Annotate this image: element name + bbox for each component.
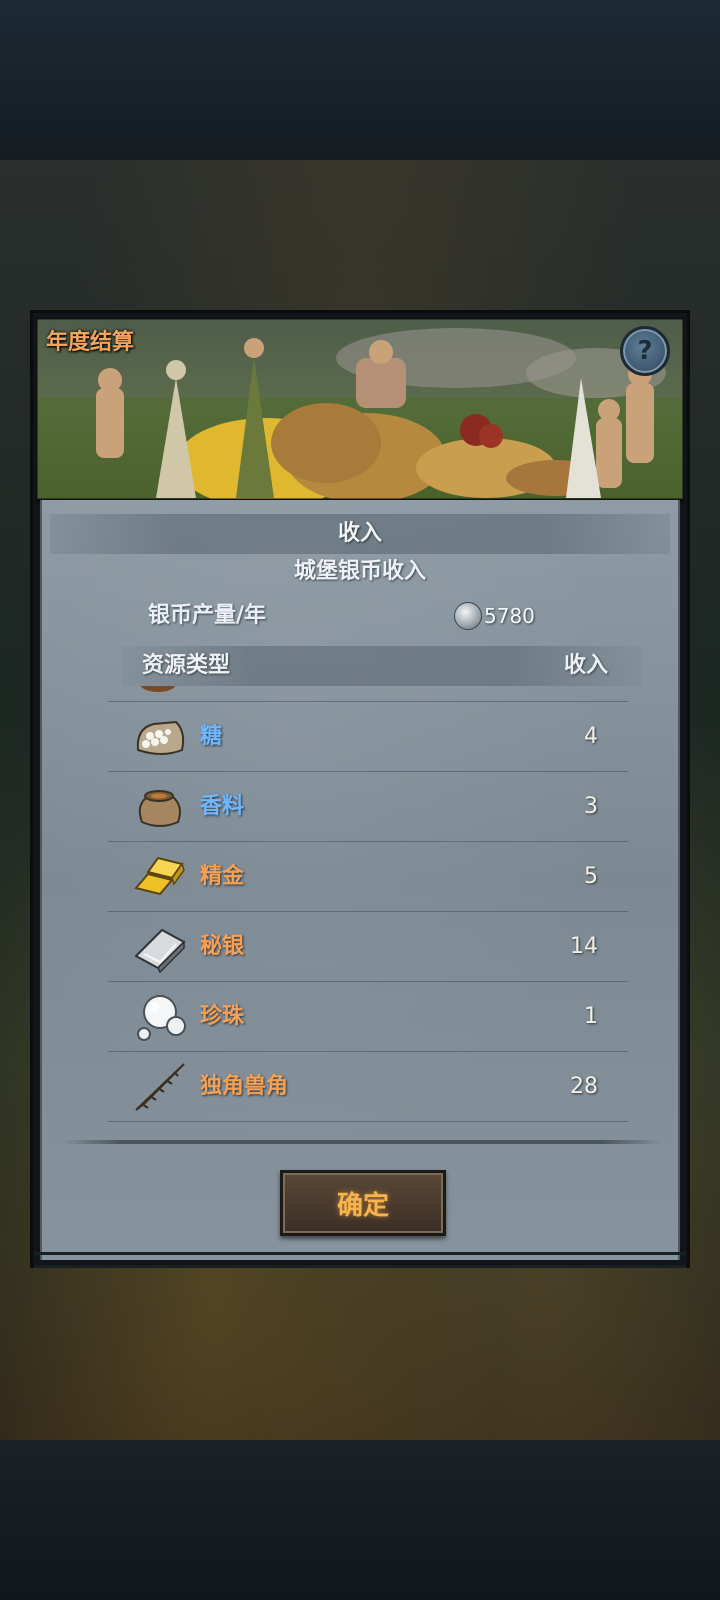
resource-name: 糖 [200,724,223,749]
list-item: 独角兽角 28 [108,1052,628,1122]
pearl-icon [137,995,186,1041]
resource-name: 香料 [200,794,245,819]
col-income: 收入 [563,653,608,678]
resource-income: 1 [584,1004,598,1029]
list-item: 精金 5 [108,842,628,912]
resource-name: 独角兽角 [200,1074,289,1099]
confirm-button[interactable]: 确定 [280,1170,446,1236]
castle-silver-income-subtitle: 城堡银币收入 [293,559,426,584]
content-divider [62,1140,662,1144]
help-button[interactable]: ? [620,326,670,376]
sugar-sack-icon [136,720,185,755]
gold-ingot-icon [134,856,185,896]
silver-production-label: 银币产量/年 [148,603,267,628]
resource-name: 珍珠 [200,1004,245,1029]
silver-production-value: 5780 [454,596,535,636]
resource-income: 28 [570,1074,598,1099]
list-item: 秘银 14 [108,912,628,982]
top-dark-band [0,0,720,160]
resource-name: 精金 [200,864,245,889]
unicorn-horn-icon [135,1063,185,1111]
resource-name: 秘银 [200,934,245,959]
banner-title: 年度结算 [46,330,135,355]
resource-list[interactable]: 糖 4 香料 3 精金 5 秘银 14 珍珠 1 独角兽角 28 [108,686,628,1126]
list-item: 珍珠 1 [108,982,628,1052]
silver-coin-icon [454,602,482,630]
resource-income: 4 [584,724,598,749]
resource-income: 5 [584,864,598,889]
income-content: 收入 城堡银币收入 银币产量/年 5780 资源类型 收入 糖 4 香料 3 精… [40,500,680,1260]
list-item-partial [108,686,628,702]
panel-bottom-frame [34,1252,686,1268]
spice-bag-icon [138,790,181,827]
resource-table-header: 资源类型 收入 [122,646,642,686]
harvest-banner: 年度结算 ? [36,318,684,502]
resource-icon-partial [140,686,176,692]
col-resource-type: 资源类型 [142,653,231,678]
resource-income: 3 [584,794,598,819]
list-item: 香料 3 [108,772,628,842]
income-section-title: 收入 [50,514,670,554]
silver-production-amount: 5780 [484,604,535,628]
list-item: 糖 4 [108,702,628,772]
mithril-ingot-icon [134,928,186,974]
bottom-dark-band [0,1440,720,1600]
resource-income: 14 [570,934,598,959]
